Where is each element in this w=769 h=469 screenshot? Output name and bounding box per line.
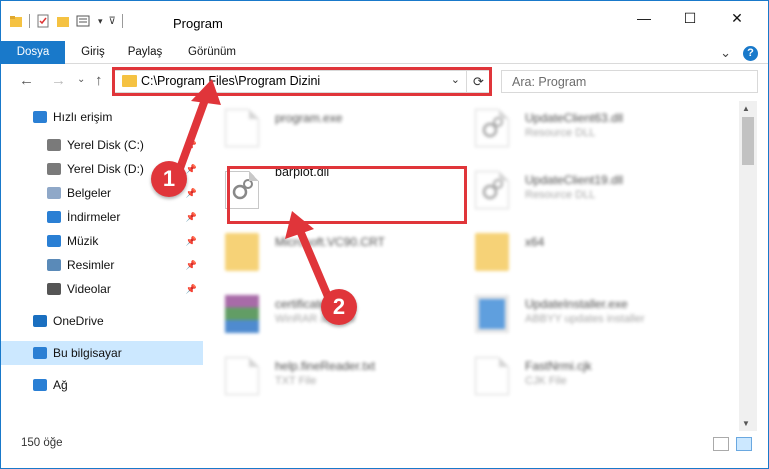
step-1-callout: 1: [151, 161, 187, 197]
step-2-callout: 2: [321, 289, 357, 325]
explorer-window: ▾ ⊽ Program — ☐ ✕ Dosya Giriş Paylaş Gör…: [0, 0, 769, 469]
annotation-arrows: [175, 79, 333, 303]
arrow-1: [175, 79, 221, 175]
arrow-2: [285, 211, 333, 303]
